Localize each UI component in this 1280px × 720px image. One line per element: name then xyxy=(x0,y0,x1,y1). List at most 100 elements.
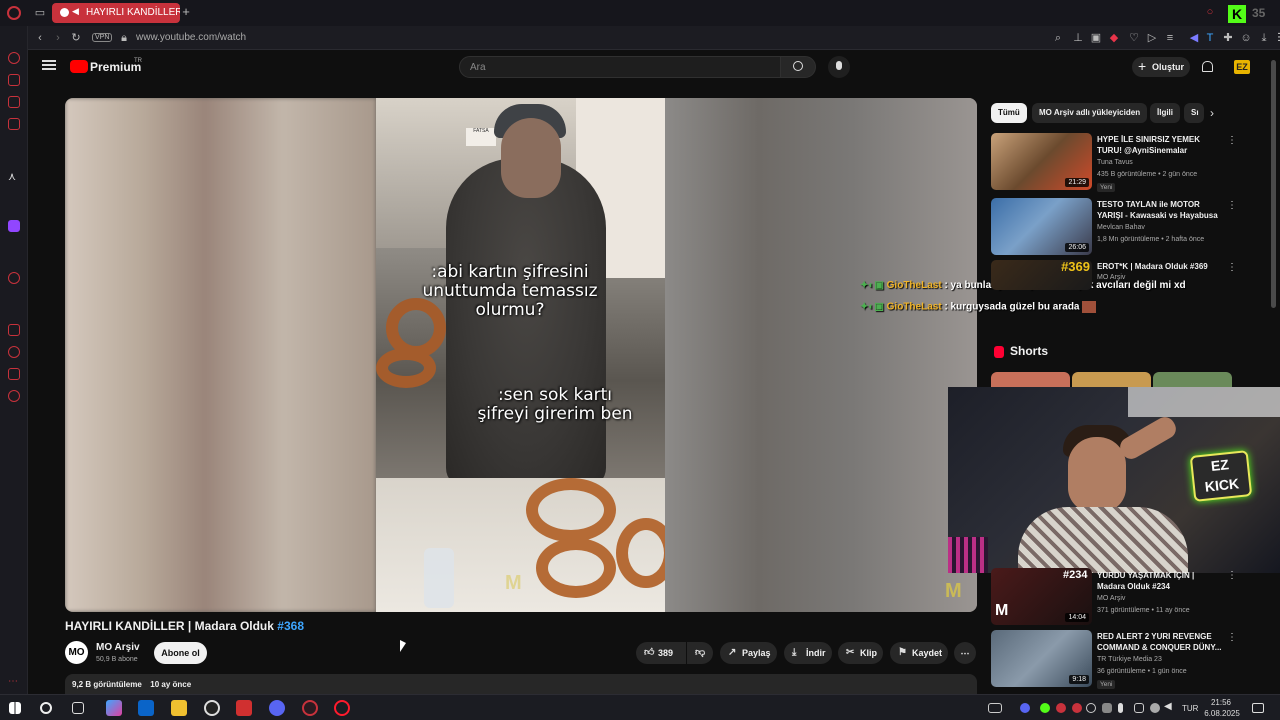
lock-icon[interactable]: 🔒︎ xyxy=(118,32,130,44)
notifications-bell-icon[interactable] xyxy=(1202,61,1213,72)
tray-icon[interactable] xyxy=(1040,703,1050,713)
chip-all[interactable]: Tümü xyxy=(991,103,1027,123)
rec-menu-icon[interactable]: ⋮ xyxy=(1227,570,1237,581)
workspaces-icon[interactable]: ▭ xyxy=(34,7,46,19)
puzzle-icon[interactable]: ✚ xyxy=(1222,32,1234,44)
rec-menu-icon[interactable]: ⋮ xyxy=(1227,262,1237,273)
keyboard-icon[interactable] xyxy=(988,703,1002,713)
download-button[interactable]: ⤓ İndir xyxy=(784,642,832,664)
clip-button[interactable]: ✂ Klip xyxy=(838,642,883,664)
download-icon[interactable]: ⤓ xyxy=(1258,32,1270,44)
easy-setup-icon[interactable]: ☰ xyxy=(1276,32,1280,44)
url-field[interactable]: www.youtube.com/watch xyxy=(136,32,246,43)
channel-name[interactable]: MO Arşiv xyxy=(96,642,140,653)
windows-start-icon[interactable] xyxy=(9,702,21,714)
menu-icon[interactable]: ≡ xyxy=(1164,32,1176,44)
voice-search-button[interactable] xyxy=(828,56,850,78)
clock-icon[interactable] xyxy=(8,346,20,358)
snapshot-icon[interactable]: ▣ xyxy=(1090,32,1102,44)
pin-icon[interactable]: ⊥ xyxy=(1072,32,1084,44)
tray-icon[interactable] xyxy=(1086,703,1096,713)
twitch-icon[interactable] xyxy=(8,220,20,232)
search-button[interactable] xyxy=(780,56,816,78)
tray-icon[interactable] xyxy=(1072,703,1082,713)
tray-icon[interactable] xyxy=(1102,703,1112,713)
adblock-icon[interactable]: ◆ xyxy=(1108,32,1120,44)
active-tab[interactable]: ◀ HAYIRLI KANDİLLER | xyxy=(52,3,180,23)
list-item[interactable]: 9:18 RED ALERT 2 YURI REVENGE COMMAND & … xyxy=(991,630,1237,689)
bookmarks-icon[interactable] xyxy=(8,324,20,336)
description-box[interactable]: 9,2 B görüntüleme 10 ay önce xyxy=(65,674,977,694)
clock-date[interactable]: 6.08.2025 xyxy=(1200,709,1244,718)
microphone-icon[interactable] xyxy=(1118,703,1123,713)
more-actions-button[interactable]: ⋯ xyxy=(954,642,976,664)
video-player[interactable]: FATSA :abi kartın şifresini unuttumda te… xyxy=(65,98,977,612)
list-item[interactable]: #369 EROT*K | Madara Olduk #369 MO Arşiv… xyxy=(991,260,1237,318)
chip-related[interactable]: İlgili xyxy=(1150,103,1180,123)
discord-icon[interactable] xyxy=(269,700,285,716)
rec-menu-icon[interactable]: ⋮ xyxy=(1227,135,1237,146)
opera-logo-icon[interactable] xyxy=(7,6,21,20)
share-button[interactable]: ↗ Paylaş xyxy=(720,642,777,664)
file-explorer-icon[interactable] xyxy=(171,700,187,716)
copilot-icon[interactable] xyxy=(106,700,122,716)
chip-from-uploader[interactable]: MO Arşiv adlı yükleyiciden xyxy=(1032,103,1148,123)
video-hashtag[interactable]: #368 xyxy=(277,619,304,633)
opera-gx-icon[interactable] xyxy=(302,700,318,716)
forward-icon[interactable]: › xyxy=(52,32,64,44)
app-icon[interactable] xyxy=(236,700,252,716)
search-input[interactable]: Ara xyxy=(459,56,781,78)
tray-icon[interactable] xyxy=(1134,703,1144,713)
video-duration: 26:06 xyxy=(1065,243,1089,252)
language-indicator[interactable]: TUR xyxy=(1182,704,1198,713)
notification-icon[interactable] xyxy=(1252,703,1264,713)
page-scrollbar[interactable] xyxy=(1271,60,1276,308)
channel-avatar[interactable]: MO xyxy=(65,641,88,664)
opera-icon[interactable] xyxy=(334,700,350,716)
save-button[interactable]: ⚑ Kaydet xyxy=(890,642,948,664)
speaker-ext-icon[interactable]: ◀ xyxy=(1188,32,1200,44)
avatar[interactable]: EZ xyxy=(1234,60,1250,74)
search-icon[interactable] xyxy=(40,702,52,714)
aria-icon[interactable]: ⋏ xyxy=(8,170,20,183)
obs-icon[interactable] xyxy=(204,700,220,716)
chip-next-icon[interactable]: › xyxy=(1210,106,1214,120)
hamburger-menu-icon[interactable] xyxy=(42,60,56,70)
player-icon[interactable] xyxy=(8,272,20,284)
rec-menu-icon[interactable]: ⋮ xyxy=(1227,632,1237,643)
extensions-icon[interactable] xyxy=(8,368,20,380)
subscribe-button[interactable]: Abone ol xyxy=(154,642,207,664)
list-item[interactable]: 21:29 HYPE İLE SINIRSIZ YEMEK TURU! @Ayn… xyxy=(991,133,1237,192)
dislike-button[interactable]: 👎︎ xyxy=(687,642,713,664)
settings-icon[interactable] xyxy=(8,390,20,402)
zoom-icon[interactable]: ⌕ xyxy=(1052,32,1064,44)
more-icon[interactable]: ⋯ xyxy=(8,676,20,688)
profile-icon[interactable]: ☺ xyxy=(1240,32,1252,44)
chip-more[interactable]: Sı xyxy=(1184,103,1204,123)
translate-icon[interactable]: T xyxy=(1204,32,1216,44)
tray-icon[interactable] xyxy=(1150,703,1160,713)
list-item[interactable]: #234 M 14:04 YURDU YAŞATMAK İÇİN | Madar… xyxy=(991,568,1237,626)
back-icon[interactable]: ‹ xyxy=(34,32,46,44)
volume-icon[interactable]: ◀ xyxy=(1164,701,1180,717)
list-item[interactable]: 26:06 TESTO TAYLAN ile MOTOR YARIŞI - Ka… xyxy=(991,198,1237,256)
news-icon[interactable] xyxy=(8,118,20,130)
history-icon[interactable] xyxy=(8,52,20,64)
outlook-icon[interactable] xyxy=(138,700,154,716)
speaker-icon[interactable]: ◀ xyxy=(72,6,79,17)
tray-icon[interactable] xyxy=(1056,703,1066,713)
clock-time[interactable]: 21:56 xyxy=(1206,698,1236,707)
heart-icon[interactable]: ♡ xyxy=(1128,32,1140,44)
reload-icon[interactable]: ↻ xyxy=(70,32,82,44)
play-icon[interactable]: ▷ xyxy=(1146,32,1158,44)
task-view-icon[interactable] xyxy=(72,702,84,714)
like-button[interactable]: 👍︎ 389 xyxy=(636,642,686,664)
create-button[interactable]: + Oluştur xyxy=(1132,57,1190,77)
vpn-badge[interactable]: VPN xyxy=(92,33,113,42)
rec-menu-icon[interactable]: ⋮ xyxy=(1227,200,1237,211)
new-tab-icon[interactable]: + xyxy=(180,5,192,18)
search-tabs-icon[interactable]: ○ xyxy=(1204,6,1216,18)
tray-icon[interactable] xyxy=(1020,703,1030,713)
shopping-icon[interactable] xyxy=(8,74,20,86)
messenger-icon[interactable] xyxy=(8,96,20,108)
